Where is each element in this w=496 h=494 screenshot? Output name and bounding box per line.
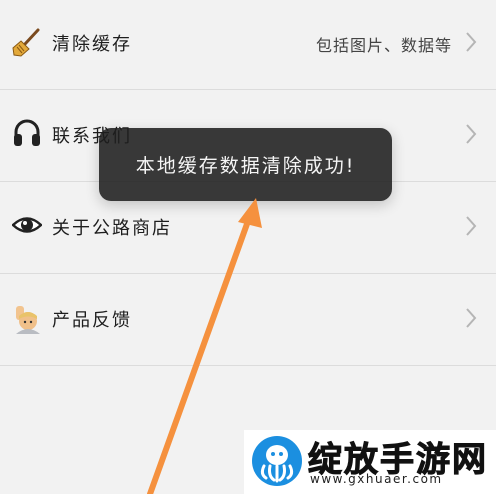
- settings-item-label: 关于公路商店: [52, 218, 172, 239]
- settings-item-feedback[interactable]: 产品反馈: [0, 274, 496, 366]
- chevron-right-icon: [466, 32, 477, 52]
- settings-item-clear-cache[interactable]: 清除缓存 包括图片、数据等: [0, 0, 496, 90]
- watermark-url: www.gxhuaer.com: [310, 472, 443, 486]
- settings-item-hint: 包括图片、数据等: [315, 36, 452, 55]
- headphones-icon: [14, 119, 40, 146]
- eye-icon: [12, 217, 42, 233]
- toast-message: 本地缓存数据清除成功!: [99, 128, 392, 201]
- octopus-logo-icon: [252, 436, 302, 486]
- settings-item-label: 清除缓存: [52, 34, 132, 55]
- watermark: 绽放手游网 www.gxhuaer.com: [244, 430, 496, 494]
- chevron-right-icon: [466, 308, 477, 328]
- chevron-right-icon: [466, 124, 477, 144]
- raised-hand-emoji-icon: [16, 306, 40, 334]
- chevron-right-icon: [466, 216, 477, 236]
- settings-item-label: 产品反馈: [52, 310, 132, 331]
- broom-icon: [12, 28, 40, 57]
- toast-text: 本地缓存数据清除成功!: [135, 155, 356, 177]
